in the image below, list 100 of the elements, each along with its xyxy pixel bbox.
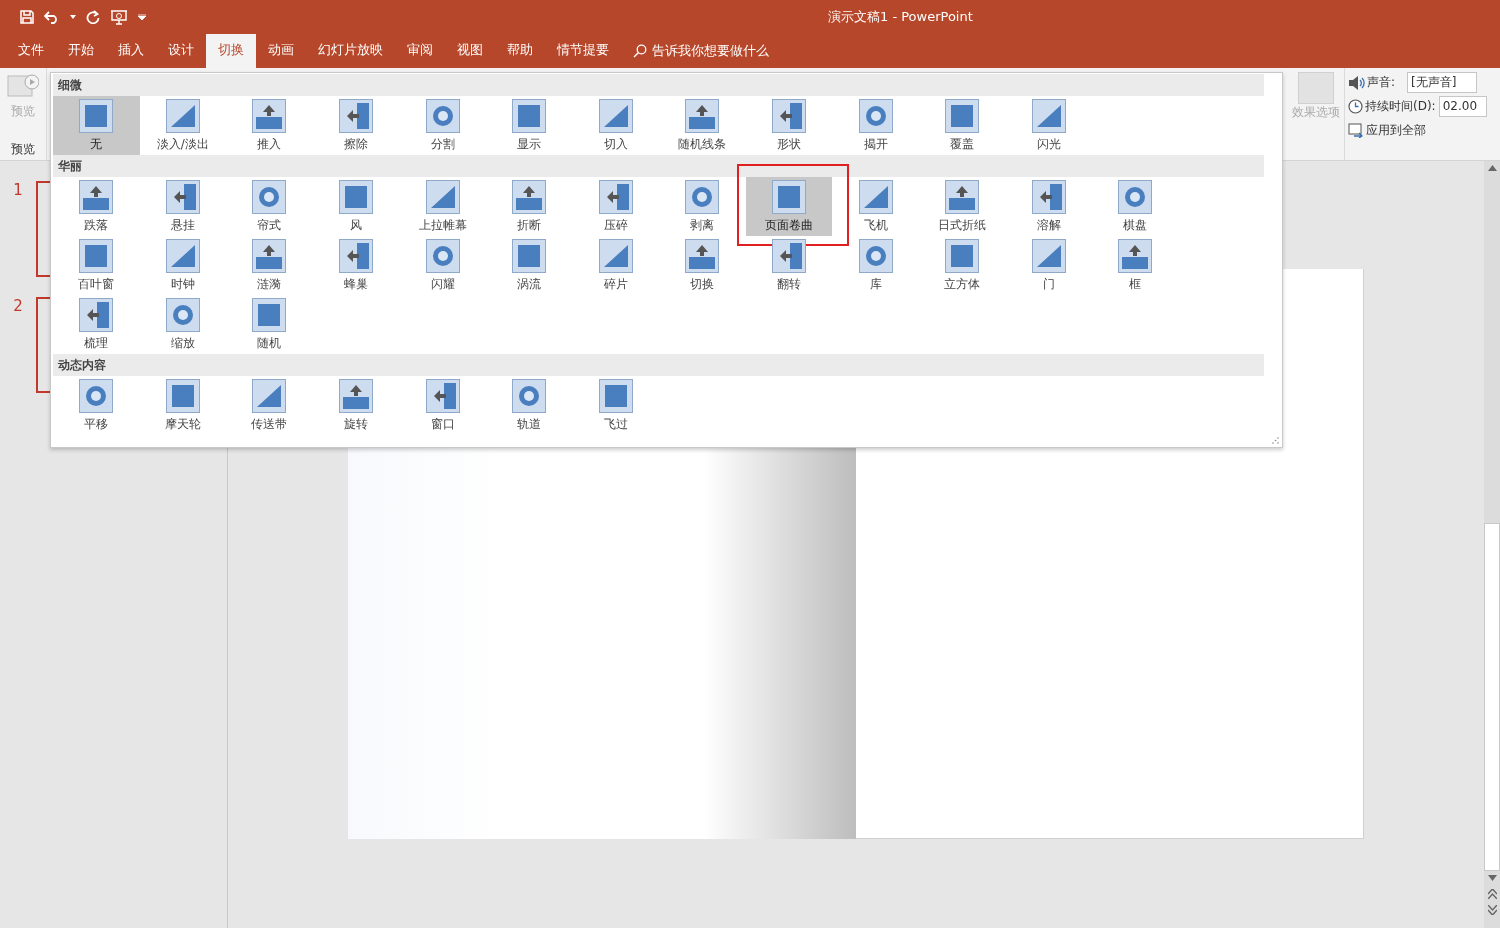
transition-icon [252,179,287,214]
transition-icon [165,238,200,273]
ribbon-tab[interactable]: 幻灯片放映 [306,34,395,68]
customize-caret-icon[interactable] [138,14,146,20]
transition-option[interactable]: 随机线条 [659,96,746,155]
ribbon-tab[interactable]: 文件 [6,34,56,68]
transition-option[interactable]: 碎片 [572,236,660,295]
apply-all-icon [1348,123,1364,138]
scroll-down-icon[interactable] [1487,875,1497,881]
ribbon-tab[interactable]: 动画 [256,34,306,68]
transition-option[interactable]: 时钟 [139,236,227,295]
transition-option[interactable]: 无 [53,96,140,155]
transition-option[interactable]: 传送带 [226,376,313,435]
transition-option[interactable]: 切入 [572,96,660,155]
transition-option[interactable]: 百叶窗 [53,236,140,295]
window-title: 演示文稿1 - PowerPoint [828,8,973,26]
transition-option[interactable]: 蜂巢 [312,236,400,295]
ribbon-tab[interactable]: 开始 [56,34,106,68]
sound-dropdown[interactable]: [无声音] [1407,72,1478,93]
transition-icon [598,179,633,214]
transition-option[interactable]: 随机 [226,295,313,354]
transition-option[interactable]: 窗口 [399,376,486,435]
transition-option[interactable]: 梳理 [53,295,140,354]
next-slide-icon[interactable] [1487,905,1497,915]
transition-option[interactable]: 覆盖 [918,96,1006,155]
presentation-icon[interactable] [110,9,128,25]
transition-option[interactable]: 溶解 [1005,177,1093,236]
transition-option[interactable]: 日式折纸 [918,177,1006,236]
transition-option[interactable]: 风 [312,177,400,236]
transition-icon [339,179,374,214]
resize-grip-icon[interactable] [1272,437,1279,444]
transition-option[interactable]: 立方体 [918,236,1006,295]
transition-option[interactable]: 切换 [659,236,746,295]
ribbon-tab[interactable]: 设计 [156,34,206,68]
transition-icon [79,98,114,133]
transition-icon [1031,98,1066,133]
transition-option[interactable]: 飞过 [572,376,660,435]
transition-option[interactable]: 跌落 [53,177,140,236]
ribbon-tab[interactable]: 审阅 [395,34,445,68]
transition-option[interactable]: 淡入/淡出 [139,96,227,155]
transition-option[interactable]: 棋盘 [1092,177,1179,236]
transition-icon [512,179,547,214]
transition-option[interactable]: 库 [832,236,919,295]
scroll-up-icon[interactable] [1487,165,1497,171]
transition-icon [512,98,547,133]
previous-slide-icon[interactable] [1487,889,1497,899]
section-header: 细微 [53,74,1264,96]
transition-option[interactable]: 页面卷曲 [745,177,833,236]
ribbon-tab[interactable]: 帮助 [495,34,545,68]
transition-option[interactable]: 涟漪 [226,236,313,295]
ribbon-tab[interactable]: 视图 [445,34,495,68]
transition-option[interactable]: 框 [1092,236,1179,295]
caret-icon[interactable] [70,15,76,19]
transition-option[interactable]: 剥离 [659,177,746,236]
transition-icon [685,179,720,214]
transition-option[interactable]: 形状 [745,96,833,155]
transition-option[interactable]: 门 [1005,236,1093,295]
transition-option[interactable]: 揭开 [832,96,919,155]
transition-option[interactable]: 上拉帷幕 [399,177,486,236]
clock-icon [1348,99,1363,114]
transition-option[interactable]: 悬挂 [139,177,227,236]
transition-icon [252,297,287,332]
transition-icon [165,297,200,332]
transition-option[interactable]: 闪耀 [399,236,486,295]
duration-field[interactable]: 02.00 [1438,96,1487,117]
transition-icon [858,179,893,214]
transition-option[interactable]: 平移 [53,376,140,435]
save-icon[interactable] [20,10,34,24]
transition-icon [1118,238,1153,273]
transition-option[interactable]: 摩天轮 [139,376,227,435]
transition-option[interactable]: 分割 [399,96,486,155]
ribbon-tab[interactable]: 插入 [106,34,156,68]
transition-option[interactable]: 缩放 [139,295,227,354]
transition-option[interactable]: 旋转 [312,376,400,435]
section-header: 动态内容 [53,354,1264,376]
ribbon-tab[interactable]: 切换 [206,34,256,68]
redo-icon[interactable] [86,10,100,24]
transition-option[interactable]: 折断 [485,177,573,236]
undo-icon[interactable] [44,10,60,24]
transition-option[interactable]: 压碎 [572,177,660,236]
vertical-scrollbar[interactable] [1484,161,1500,928]
ribbon-tab[interactable]: 情节提要 [545,34,621,68]
transition-option[interactable]: 帘式 [226,177,313,236]
transition-icon [598,378,633,413]
transition-icon [165,378,200,413]
transition-icon [1031,179,1066,214]
transition-option[interactable]: 显示 [485,96,573,155]
slide-number: 1 [12,181,24,201]
transition-option[interactable]: 擦除 [312,96,400,155]
transition-option[interactable]: 翻转 [745,236,833,295]
transition-option[interactable]: 闪光 [1005,96,1093,155]
transition-option[interactable]: 轨道 [485,376,573,435]
apply-to-all-button[interactable]: 应用到全部 [1348,120,1500,141]
transition-icon [165,98,200,133]
transition-icon [685,238,720,273]
transition-icon [858,238,893,273]
transition-option[interactable]: 推入 [226,96,313,155]
transition-option[interactable]: 飞机 [832,177,919,236]
transition-option[interactable]: 涡流 [485,236,573,295]
tell-me-search[interactable]: 告诉我你想要做什么 [633,34,769,68]
